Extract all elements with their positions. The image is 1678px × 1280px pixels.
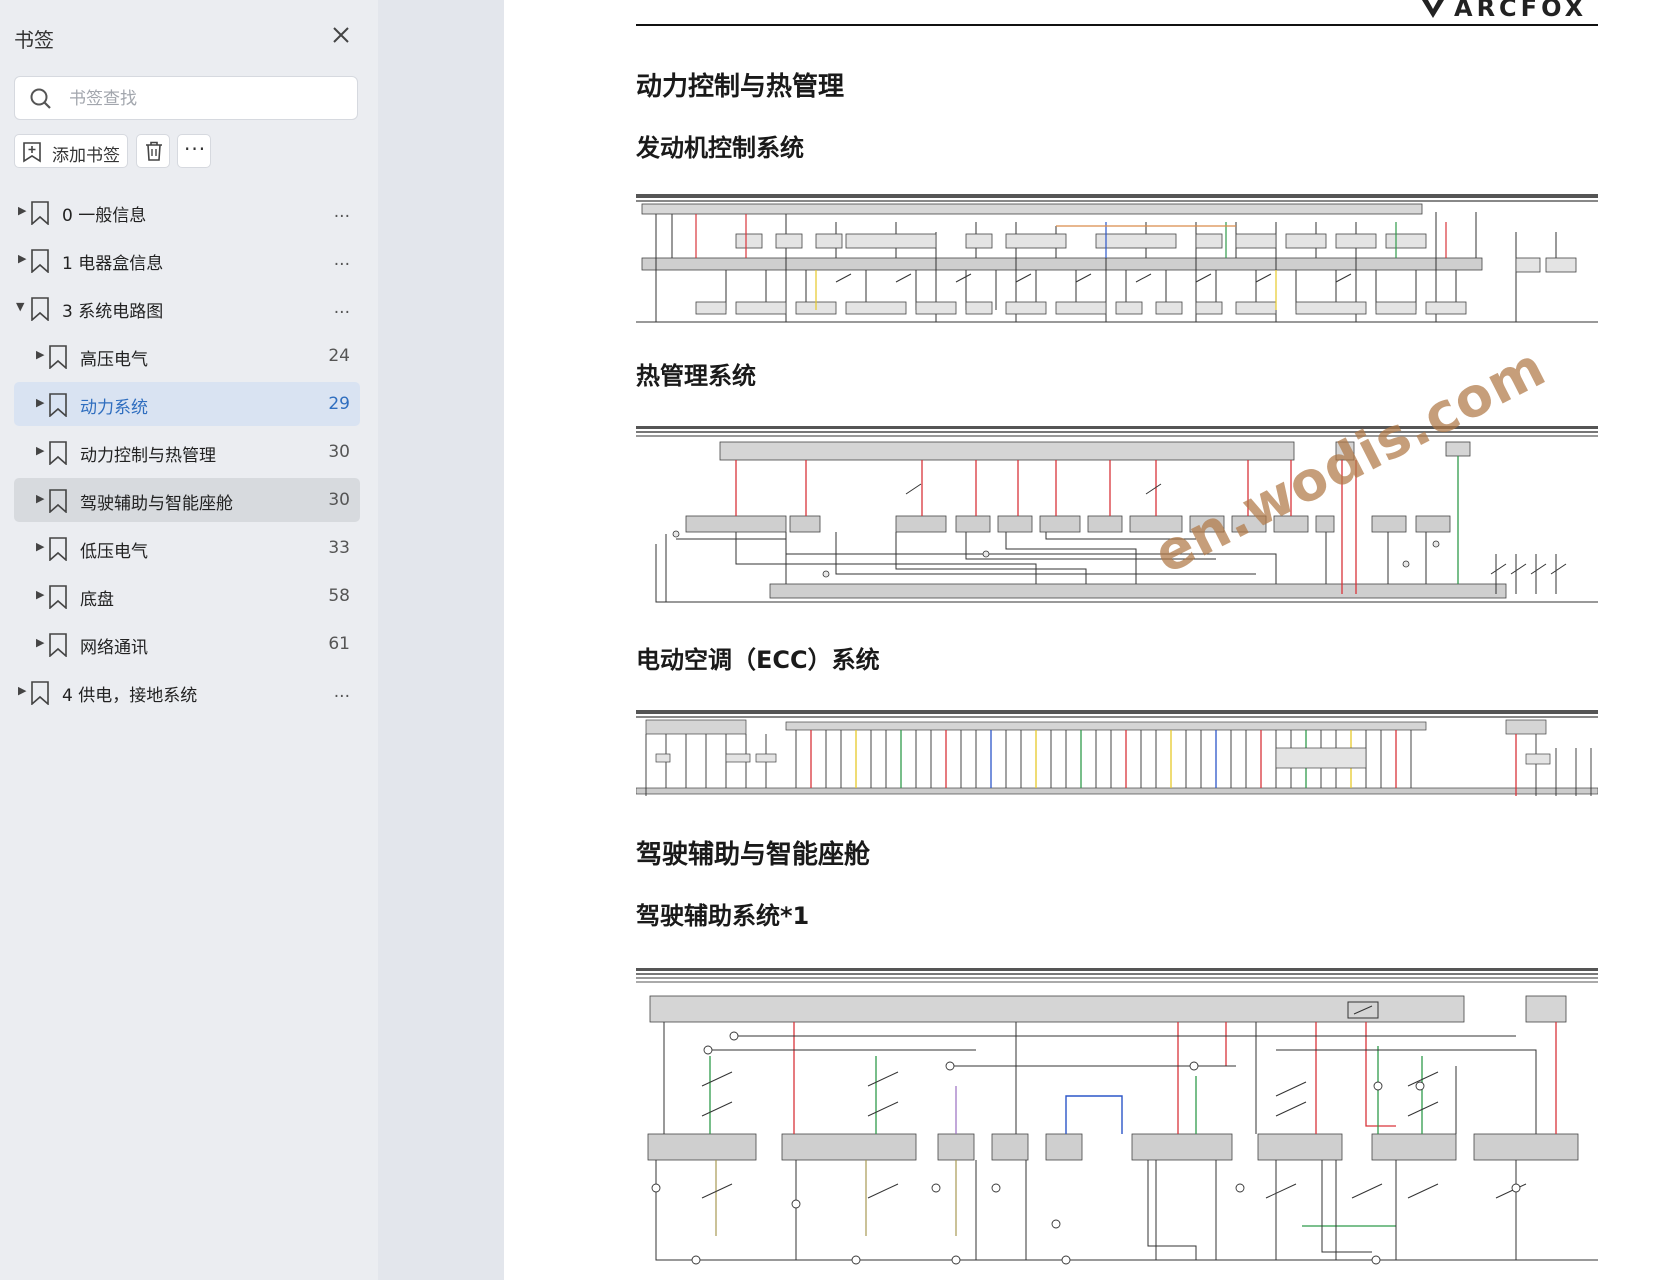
more-options-button[interactable]: ··· xyxy=(177,134,211,168)
bookmark-page: 58 xyxy=(328,586,350,606)
bookmark-item-high-voltage[interactable]: ▶ 高压电气 24 xyxy=(14,334,360,378)
bookmark-icon xyxy=(31,681,49,705)
bookmark-page: ... xyxy=(333,682,350,702)
expand-caret-icon[interactable]: ▶ xyxy=(18,684,30,700)
close-icon[interactable] xyxy=(328,22,354,48)
bookmark-label: 驾驶辅助与智能座舱 xyxy=(80,494,233,514)
add-bookmark-label: 添加书签 xyxy=(52,146,120,166)
bookmark-item-network[interactable]: ▶ 网络通讯 61 xyxy=(14,622,360,666)
bookmark-item-driving-assist[interactable]: ▶ 驾驶辅助与智能座舱 30 xyxy=(14,478,360,522)
expand-caret-icon[interactable]: ▶ xyxy=(18,252,30,268)
bookmark-page: 33 xyxy=(328,538,350,558)
bookmark-page: 29 xyxy=(328,394,350,414)
bookmark-label: 高压电气 xyxy=(80,350,148,370)
panel-title: 书签 xyxy=(14,28,54,52)
bookmark-label: 0 一般信息 xyxy=(62,206,147,226)
subsection-title: 热管理系统 xyxy=(636,362,756,390)
bookmark-icon xyxy=(49,585,67,609)
thermal-management-diagram xyxy=(636,424,1598,608)
header-rule xyxy=(636,24,1598,26)
bookmark-icon xyxy=(49,633,67,657)
bookmark-label: 动力控制与热管理 xyxy=(80,446,216,466)
bookmark-item-low-voltage[interactable]: ▶ 低压电气 33 xyxy=(14,526,360,570)
bookmark-icon xyxy=(49,489,67,513)
bookmark-page: 24 xyxy=(328,346,350,366)
driving-assist-diagram xyxy=(636,966,1598,1266)
bookmark-item-general-info[interactable]: ▶ 0 一般信息 ... xyxy=(14,190,360,234)
bookmark-label: 网络通讯 xyxy=(80,638,148,658)
bookmark-label: 3 系统电路图 xyxy=(62,302,164,322)
bookmark-page: ... xyxy=(333,202,350,222)
search-icon xyxy=(30,88,51,109)
expand-caret-icon[interactable]: ▶ xyxy=(36,492,48,508)
bookmark-label: 底盘 xyxy=(80,590,114,610)
bookmark-page: ... xyxy=(333,250,350,270)
expand-caret-icon[interactable]: ▶ xyxy=(36,540,48,556)
bookmark-item-fuse-box-info[interactable]: ▶ 1 电器盒信息 ... xyxy=(14,238,360,282)
bookmark-item-system-circuit[interactable]: ▼ 3 系统电路图 ... xyxy=(14,286,360,330)
subsection-title: 驾驶辅助系统*1 xyxy=(636,902,810,930)
bookmark-item-power-ground[interactable]: ▶ 4 供电，接地系统 ... xyxy=(14,670,360,714)
trash-icon xyxy=(146,141,162,161)
section-title: 驾驶辅助与智能座舱 xyxy=(636,840,871,870)
bookmark-search[interactable] xyxy=(14,76,358,120)
bookmark-page: 30 xyxy=(328,442,350,462)
bookmark-page: ... xyxy=(333,298,350,318)
panel-gutter xyxy=(378,0,504,1280)
brand-logo-text: ARCFOX xyxy=(1454,0,1588,22)
expand-caret-icon[interactable]: ▶ xyxy=(18,204,30,220)
bookmark-page: 61 xyxy=(328,634,350,654)
subsection-title: 发动机控制系统 xyxy=(636,134,804,162)
subsection-title: 电动空调（ECC）系统 xyxy=(636,646,880,674)
bookmark-item-power-thermal[interactable]: ▶ 动力控制与热管理 30 xyxy=(14,430,360,474)
bookmark-icon xyxy=(49,537,67,561)
bookmark-label: 4 供电，接地系统 xyxy=(62,686,198,706)
document-page: ARCFOX 动力控制与热管理 发动机控制系统 热管理系统 电动空调（ECC）系… xyxy=(504,0,1678,1280)
bookmark-page: 30 xyxy=(328,490,350,510)
expand-caret-icon[interactable]: ▶ xyxy=(36,396,48,412)
collapse-caret-icon[interactable]: ▼ xyxy=(16,300,28,316)
search-input[interactable] xyxy=(67,85,351,113)
bookmark-icon xyxy=(49,345,67,369)
bookmark-icon xyxy=(49,441,67,465)
add-bookmark-icon xyxy=(23,142,41,163)
bookmark-item-chassis[interactable]: ▶ 底盘 58 xyxy=(14,574,360,618)
ecc-system-diagram xyxy=(636,708,1598,800)
delete-bookmark-button[interactable] xyxy=(136,134,170,168)
bookmark-item-powertrain[interactable]: ▶ 动力系统 29 xyxy=(14,382,360,426)
bookmark-panel: 书签 添加书签 ··· xyxy=(0,0,378,1280)
bookmark-icon xyxy=(31,297,49,321)
bookmark-label: 1 电器盒信息 xyxy=(62,254,164,274)
bookmark-icon xyxy=(31,249,49,273)
section-title: 动力控制与热管理 xyxy=(636,72,845,102)
bookmark-label: 低压电气 xyxy=(80,542,148,562)
bookmark-panel-header: 书签 xyxy=(14,22,364,52)
bookmark-icon xyxy=(49,393,67,417)
engine-control-diagram xyxy=(636,192,1598,324)
arcfox-logo-icon xyxy=(1422,0,1444,18)
expand-caret-icon[interactable]: ▶ xyxy=(36,588,48,604)
more-icon: ··· xyxy=(184,137,207,161)
add-bookmark-button[interactable]: 添加书签 xyxy=(14,134,128,168)
expand-caret-icon[interactable]: ▶ xyxy=(36,636,48,652)
bookmark-label: 动力系统 xyxy=(80,398,148,418)
expand-caret-icon[interactable]: ▶ xyxy=(36,348,48,364)
bookmark-icon xyxy=(31,201,49,225)
expand-caret-icon[interactable]: ▶ xyxy=(36,444,48,460)
